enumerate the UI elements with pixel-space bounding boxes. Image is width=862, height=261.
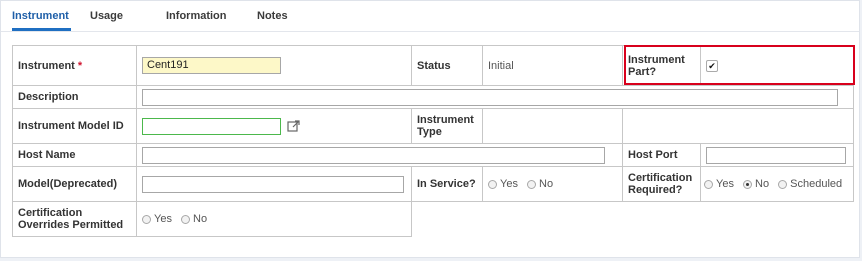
instrument-label: Instrument *: [12, 45, 137, 86]
description-label: Description: [12, 85, 137, 109]
overrides-label: Certification Overrides Permitted: [12, 201, 137, 237]
instrument-part-cell: ✔: [700, 45, 854, 86]
status-value: Initial: [482, 45, 623, 86]
instrument-type-label: Instrument Type: [411, 108, 483, 144]
host-name-cell: [136, 143, 623, 167]
host-port-input[interactable]: [706, 146, 846, 164]
required-marker: *: [77, 59, 83, 72]
cert-required-scheduled-radio[interactable]: [778, 179, 788, 189]
empty-cell: [622, 108, 854, 144]
in-service-options: Yes No: [482, 166, 623, 202]
overrides-no-label: No: [193, 213, 208, 226]
cert-required-no-radio[interactable]: [743, 179, 753, 189]
blank-area: [411, 201, 854, 237]
model-id-cell: [136, 108, 412, 144]
tab-usage[interactable]: Usage: [90, 10, 123, 22]
certification-required-label: Certification Required?: [622, 166, 701, 202]
host-port-cell: [700, 143, 854, 167]
instrument-panel: Instrument Usage Information Notes Instr…: [0, 0, 860, 258]
tab-notes[interactable]: Notes: [257, 10, 288, 22]
cert-required-scheduled-label: Scheduled: [790, 178, 843, 191]
tab-bar: Instrument Usage Information Notes: [1, 1, 859, 32]
cert-required-no-label: No: [755, 178, 770, 191]
in-service-no-radio[interactable]: [527, 179, 537, 189]
overrides-yes-radio[interactable]: [142, 214, 151, 224]
model-deprecated-label: Model(Deprecated): [12, 166, 137, 202]
model-id-label: Instrument Model ID: [12, 108, 137, 144]
instrument-form: Instrument * Cent191 Status Initial Inst…: [12, 45, 854, 237]
overrides-yes-label: Yes: [154, 213, 172, 226]
host-name-label: Host Name: [12, 143, 137, 167]
description-input[interactable]: [142, 88, 838, 106]
instrument-part-label: Instrument Part?: [622, 45, 701, 86]
overrides-no-radio[interactable]: [181, 214, 191, 224]
cert-required-yes-radio[interactable]: [704, 179, 713, 189]
in-service-yes-radio[interactable]: [488, 179, 497, 189]
overrides-options: Yes No: [136, 201, 412, 237]
description-cell: [136, 85, 854, 109]
certification-required-options: Yes No Scheduled: [700, 166, 854, 202]
host-name-input[interactable]: [142, 146, 605, 164]
in-service-yes-label: Yes: [500, 178, 518, 191]
model-deprecated-cell: [136, 166, 412, 202]
instrument-input[interactable]: Cent191: [142, 57, 281, 74]
in-service-no-label: No: [539, 178, 554, 191]
status-label: Status: [411, 45, 483, 86]
tab-information[interactable]: Information: [166, 10, 227, 22]
tab-instrument[interactable]: Instrument: [12, 10, 69, 22]
in-service-label: In Service?: [411, 166, 483, 202]
model-deprecated-input[interactable]: [142, 175, 404, 193]
cert-required-yes-label: Yes: [716, 178, 734, 191]
instrument-type-value: [482, 108, 623, 144]
host-port-label: Host Port: [622, 143, 701, 167]
external-link-icon[interactable]: [287, 120, 300, 132]
checkbox-checked-icon[interactable]: ✔: [706, 59, 718, 72]
instrument-cell: Cent191: [136, 45, 412, 86]
model-id-input[interactable]: [142, 117, 281, 135]
active-tab-indicator: [12, 28, 71, 31]
